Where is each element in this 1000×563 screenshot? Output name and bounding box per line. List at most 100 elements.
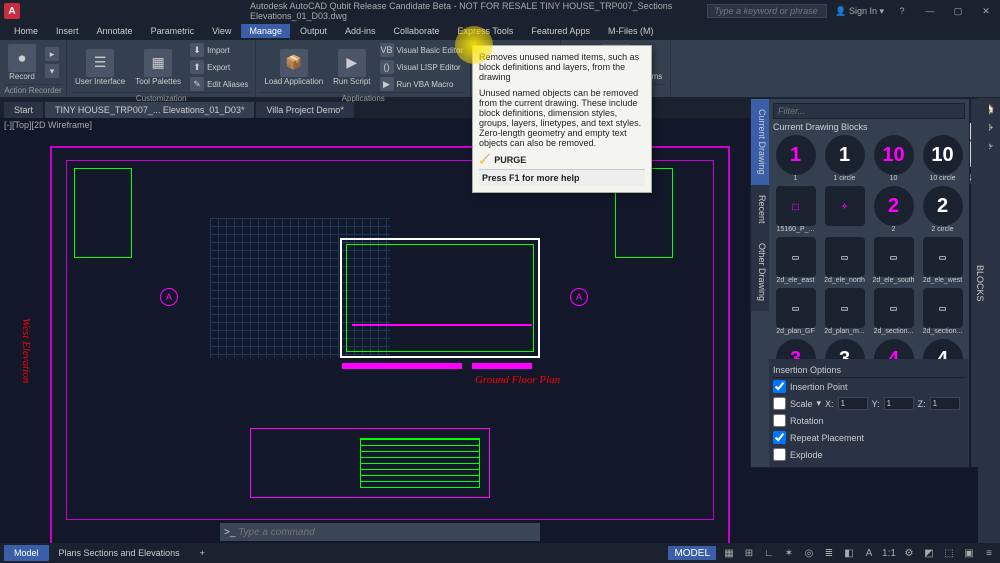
blocks-filter-input[interactable]: [773, 103, 965, 119]
export-button[interactable]: ⬆Export: [187, 59, 251, 75]
block-item[interactable]: 33: [773, 339, 818, 359]
script-icon: ▶: [338, 49, 366, 77]
clean-icon[interactable]: ▣: [962, 546, 976, 560]
load-app-button[interactable]: 📦Load Application: [260, 47, 327, 88]
scale-z-input[interactable]: [930, 397, 960, 410]
model-space-button[interactable]: MODEL: [668, 546, 716, 560]
menu-m-files-m-[interactable]: M-Files (M): [600, 24, 662, 38]
section-marker: A: [570, 288, 588, 306]
block-item[interactable]: 1010: [871, 135, 916, 182]
block-item[interactable]: 22 circle: [920, 186, 965, 233]
status-bar: Model Plans Sections and Elevations + MO…: [0, 543, 1000, 563]
block-item[interactable]: ⬚15160_P_...: [773, 186, 818, 233]
block-item[interactable]: 44: [871, 339, 916, 359]
menu-featured-apps[interactable]: Featured Apps: [523, 24, 598, 38]
command-line[interactable]: >_: [220, 523, 540, 541]
palette-icon: ▦: [144, 49, 172, 77]
block-item[interactable]: ▭2d_plan_GF: [773, 288, 818, 335]
model-tab[interactable]: Model: [4, 545, 49, 561]
scale-x-input[interactable]: [838, 397, 868, 410]
block-item[interactable]: ▭2d_plan_m...: [822, 288, 867, 335]
block-item[interactable]: 11 circle: [822, 135, 867, 182]
menu-insert[interactable]: Insert: [48, 24, 87, 38]
purge-icon: 🧹: [479, 154, 490, 165]
layout-tab[interactable]: Plans Sections and Elevations: [49, 545, 190, 561]
block-item[interactable]: ▭2d_ele_east: [773, 237, 818, 284]
add-layout-button[interactable]: +: [190, 545, 215, 561]
block-item[interactable]: ▭2d_section...: [871, 288, 916, 335]
floor-plan: [340, 238, 540, 358]
app-logo[interactable]: A: [4, 3, 20, 19]
file-tab[interactable]: TINY HOUSE_TRP007_... Elevations_01_D03*: [45, 102, 254, 118]
block-item[interactable]: ▭2d_section...: [920, 288, 965, 335]
insertion-title: Insertion Options: [773, 363, 965, 378]
block-item[interactable]: ▭2d_ele_south: [871, 237, 916, 284]
customize-icon[interactable]: ≡: [982, 546, 996, 560]
scale-y-input[interactable]: [884, 397, 914, 410]
vle-button[interactable]: ()Visual LISP Editor: [377, 59, 467, 75]
section-marker: A: [160, 288, 178, 306]
grid-icon[interactable]: ▦: [722, 546, 736, 560]
menu-view[interactable]: View: [204, 24, 239, 38]
block-item[interactable]: 1010 circle: [920, 135, 965, 182]
block-item[interactable]: ▭2d_ele_north: [822, 237, 867, 284]
menu-annotate[interactable]: Annotate: [89, 24, 141, 38]
ortho-icon[interactable]: ∟: [762, 546, 776, 560]
file-tab[interactable]: Start: [4, 102, 43, 118]
edit-aliases-button[interactable]: ✎Edit Aliases: [187, 76, 251, 92]
menu-parametric[interactable]: Parametric: [143, 24, 203, 38]
block-item[interactable]: ✧: [822, 186, 867, 233]
menu-output[interactable]: Output: [292, 24, 335, 38]
isolate-icon[interactable]: ◩: [922, 546, 936, 560]
repeat-checkbox[interactable]: [773, 431, 786, 444]
action-dropdown[interactable]: ▾: [42, 63, 62, 79]
menu-express-tools[interactable]: Express Tools: [450, 24, 522, 38]
block-item[interactable]: ▭2d_ele_west: [920, 237, 965, 284]
menu-home[interactable]: Home: [6, 24, 46, 38]
gear-icon[interactable]: ⚙: [902, 546, 916, 560]
floor-plan-label: Ground Floor Plan: [475, 374, 560, 386]
command-input[interactable]: [238, 527, 536, 538]
rotation-checkbox[interactable]: [773, 414, 786, 427]
insertion-point-checkbox[interactable]: [773, 380, 786, 393]
menu-manage[interactable]: Manage: [241, 24, 290, 38]
block-item[interactable]: 22: [871, 186, 916, 233]
menu-collaborate[interactable]: Collaborate: [386, 24, 448, 38]
block-item[interactable]: 33 circle: [822, 339, 867, 359]
polar-icon[interactable]: ✶: [782, 546, 796, 560]
tab-recent[interactable]: Recent: [751, 185, 769, 234]
menu-bar: HomeInsertAnnotateParametricViewManageOu…: [0, 22, 1000, 40]
viewport-label[interactable]: [-][Top][2D Wireframe]: [4, 120, 92, 130]
signin-button[interactable]: 👤 Sign In ▾: [835, 6, 884, 17]
cui-button[interactable]: ☰User Interface: [71, 47, 129, 88]
tab-current-drawing[interactable]: Current Drawing: [751, 99, 769, 185]
maximize-icon[interactable]: ▢: [948, 4, 968, 18]
tab-other-drawing[interactable]: Other Drawing: [751, 233, 769, 311]
file-tab[interactable]: Villa Project Demo*: [256, 102, 353, 118]
geometry: [472, 363, 532, 369]
vba-button[interactable]: ▶Run VBA Macro: [377, 76, 467, 92]
transparency-icon[interactable]: ◧: [842, 546, 856, 560]
block-item[interactable]: 44 circle: [920, 339, 965, 359]
menu-add-ins[interactable]: Add-ins: [337, 24, 384, 38]
minimize-icon[interactable]: —: [920, 4, 940, 18]
lineweight-icon[interactable]: ≣: [822, 546, 836, 560]
blocks-heading: Current Drawing Blocks: [773, 119, 965, 135]
osnap-icon[interactable]: ◎: [802, 546, 816, 560]
play-button[interactable]: ▸: [42, 46, 62, 62]
explode-checkbox[interactable]: [773, 448, 786, 461]
hardware-icon[interactable]: ⬚: [942, 546, 956, 560]
import-button[interactable]: ⬇Import: [187, 42, 251, 58]
record-button[interactable]: ⏺ Record: [4, 42, 40, 83]
snap-icon[interactable]: ⊞: [742, 546, 756, 560]
block-item[interactable]: 11: [773, 135, 818, 182]
run-script-button[interactable]: ▶Run Script: [329, 47, 374, 88]
vbe-button[interactable]: VBVisual Basic Editor: [377, 42, 467, 58]
scale-icon[interactable]: 1:1: [882, 546, 896, 560]
blocks-side-label[interactable]: BLOCKS: [971, 99, 989, 467]
scale-checkbox[interactable]: [773, 397, 786, 410]
close-icon[interactable]: ✕: [976, 4, 996, 18]
annotation-icon[interactable]: A: [862, 546, 876, 560]
tool-palettes-button[interactable]: ▦Tool Palettes: [131, 47, 185, 88]
help-icon[interactable]: ?: [892, 4, 912, 18]
